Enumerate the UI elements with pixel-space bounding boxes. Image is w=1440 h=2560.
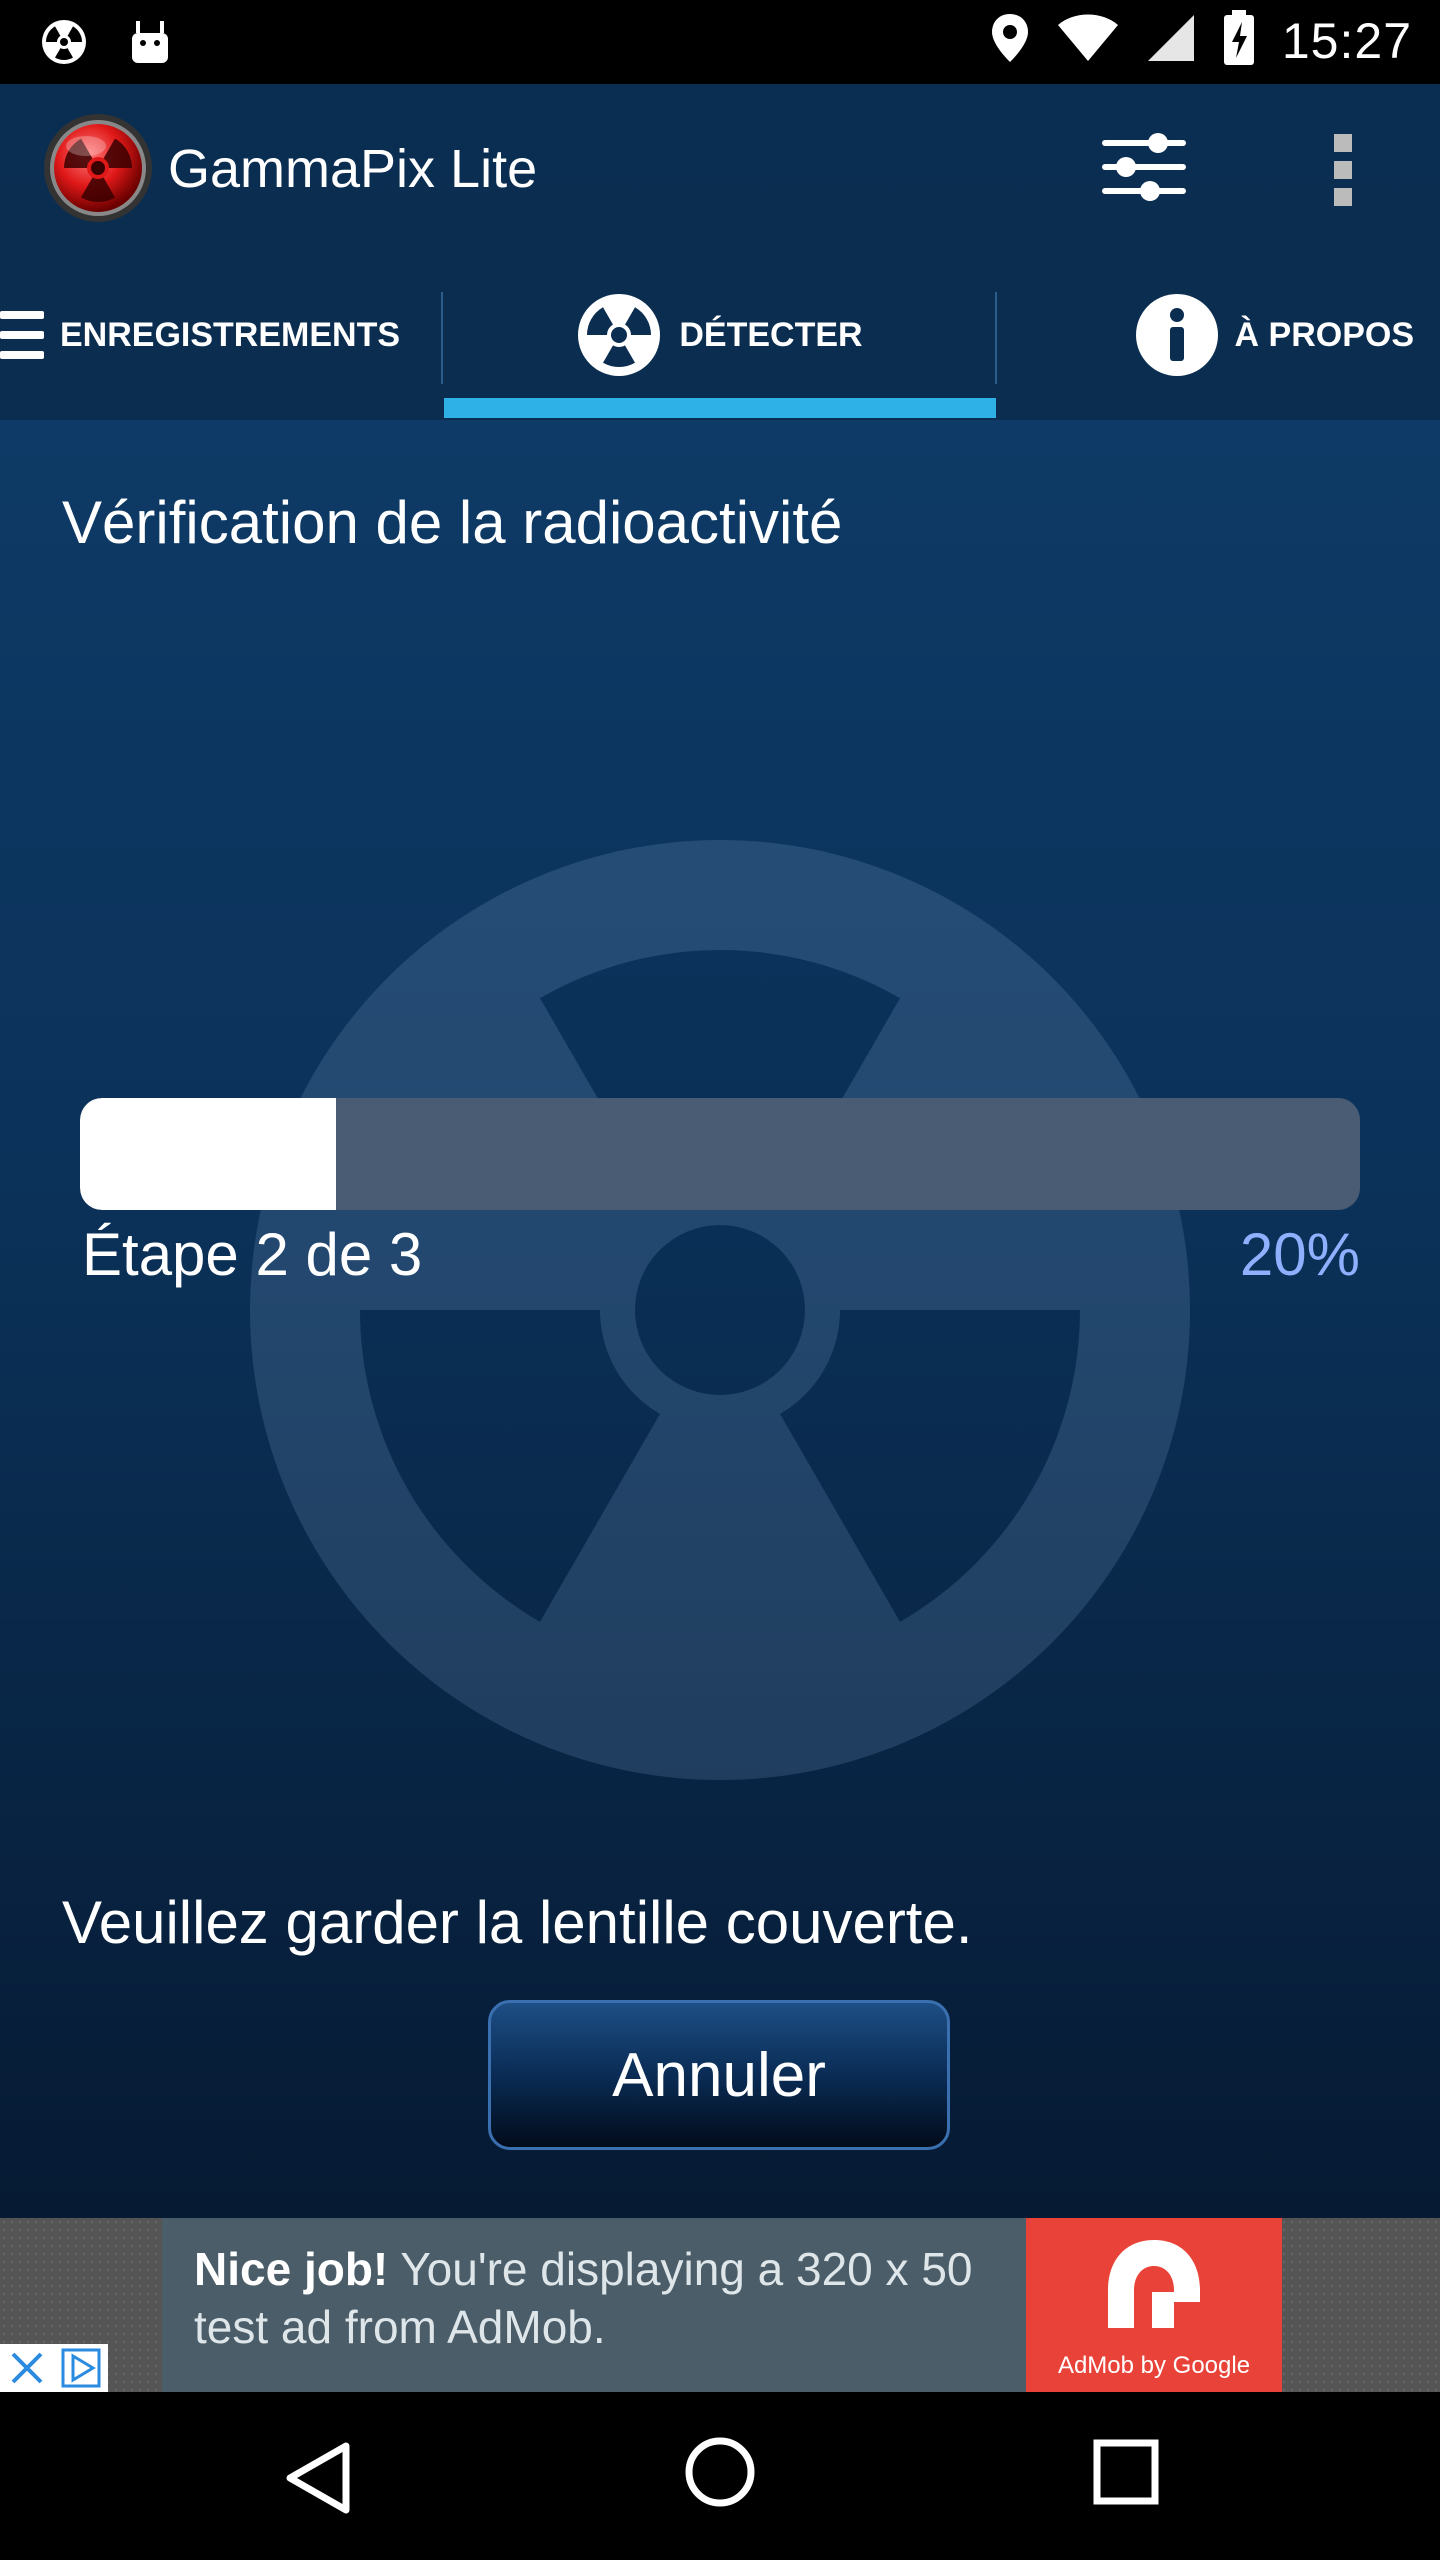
tab-label: ENREGISTREMENTS bbox=[60, 315, 401, 354]
radiation-watermark-icon bbox=[240, 830, 1200, 1790]
tab-selected-indicator bbox=[444, 398, 996, 418]
progress-percent-label: 20% bbox=[1239, 1221, 1360, 1288]
recents-icon[interactable] bbox=[1092, 2438, 1160, 2511]
detect-screen: Vérification de la radioactivité Étape 2… bbox=[0, 420, 1440, 2218]
progress-bar bbox=[80, 1098, 1360, 1210]
clock: 15:27 bbox=[1281, 12, 1412, 69]
ad-choices[interactable] bbox=[0, 2344, 108, 2392]
ad-headline: Nice job! bbox=[194, 2243, 389, 2295]
android-icon bbox=[128, 19, 172, 70]
cancel-button[interactable]: Annuler bbox=[488, 2000, 950, 2150]
page-title: Vérification de la radioactivité bbox=[62, 489, 843, 556]
status-bar: 15:27 bbox=[0, 0, 1440, 84]
info-icon bbox=[1135, 293, 1219, 377]
tab-enregistrements[interactable]: ENREGISTREMENTS bbox=[0, 250, 440, 420]
tab-divider bbox=[995, 292, 997, 384]
instruction-text: Veuillez garder la lentille couverte. bbox=[62, 1889, 973, 1956]
tab-divider bbox=[441, 292, 443, 384]
tab-label: À PROPOS bbox=[1234, 315, 1414, 354]
app-bar: GammaPix Lite bbox=[0, 84, 1440, 250]
wifi-icon bbox=[1056, 13, 1120, 68]
ad-brand: AdMob by Google bbox=[1057, 2352, 1251, 2379]
signal-icon bbox=[1146, 13, 1196, 68]
system-nav-bar bbox=[0, 2392, 1440, 2560]
radiation-logo-icon bbox=[42, 112, 154, 224]
filter-sliders-icon bbox=[1098, 133, 1194, 214]
tab-detecter[interactable]: DÉTECTER bbox=[444, 250, 996, 420]
ad-content[interactable]: Nice job! You're displaying a 320 x 50 t… bbox=[162, 2218, 1026, 2392]
menu-lines-icon bbox=[0, 305, 44, 365]
tab-label: DÉTECTER bbox=[679, 315, 863, 354]
admob-logo[interactable]: AdMob by Google bbox=[1026, 2218, 1282, 2392]
location-icon bbox=[990, 12, 1030, 69]
radiation-icon bbox=[40, 18, 88, 71]
filter-settings-button[interactable] bbox=[1098, 126, 1194, 210]
battery-charging-icon bbox=[1222, 10, 1256, 71]
ad-text: Nice job! You're displaying a 320 x 50 t… bbox=[194, 2240, 1014, 2356]
radiation-icon bbox=[577, 293, 661, 377]
overflow-menu-icon bbox=[1318, 134, 1368, 216]
ad-banner[interactable]: Nice job! You're displaying a 320 x 50 t… bbox=[0, 2218, 1440, 2392]
progress-fill bbox=[80, 1098, 336, 1210]
ad-info-icon[interactable] bbox=[54, 2344, 108, 2392]
back-icon[interactable] bbox=[282, 2440, 354, 2521]
ad-close-icon[interactable] bbox=[0, 2344, 54, 2392]
progress-step-label: Étape 2 de 3 bbox=[82, 1221, 423, 1288]
tab-bar: ENREGISTREMENTS DÉTECTER À PROPOS bbox=[0, 250, 1440, 422]
app-title: GammaPix Lite bbox=[168, 139, 538, 199]
home-icon[interactable] bbox=[684, 2436, 756, 2513]
overflow-menu-button[interactable] bbox=[1318, 128, 1368, 212]
tab-a-propos[interactable]: À PROPOS bbox=[998, 250, 1440, 420]
admob-icon bbox=[1100, 2236, 1208, 2341]
